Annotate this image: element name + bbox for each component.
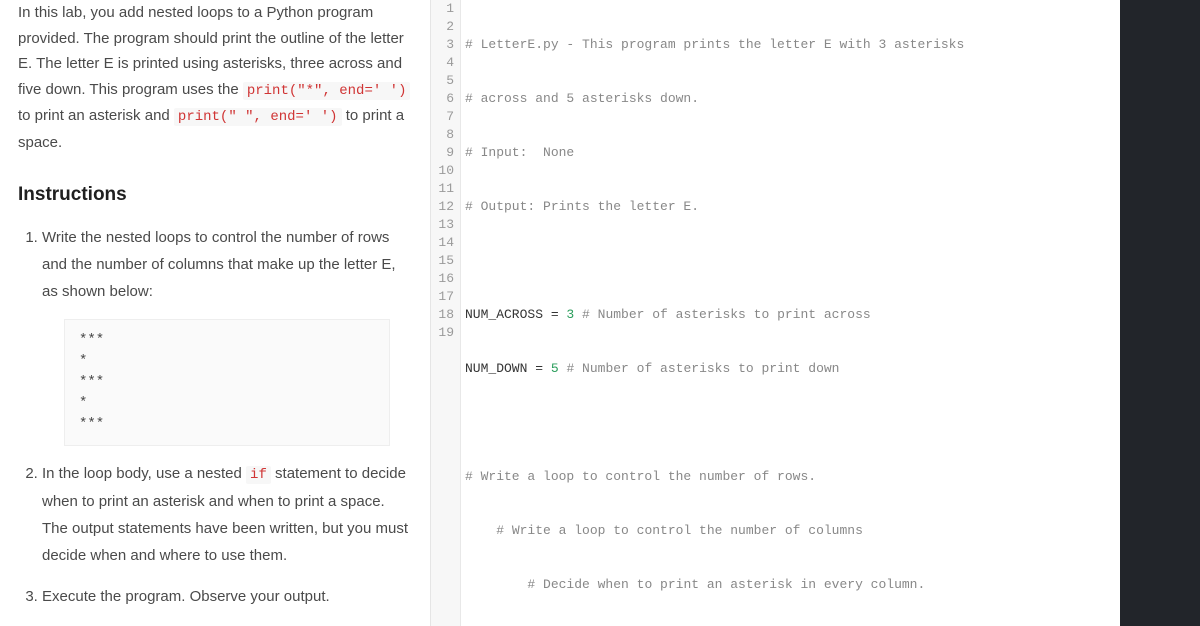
instructions-panel: In this lab, you add nested loops to a P…	[0, 0, 430, 626]
line-number: 14	[437, 234, 454, 252]
code-line: # Write a loop to control the number of …	[461, 468, 1200, 486]
code-line	[461, 414, 1200, 432]
comment: # across and 5 asterisks down.	[465, 91, 699, 106]
code-editor[interactable]: # LetterE.py - This program prints the l…	[461, 0, 1200, 626]
code-line: # across and 5 asterisks down.	[461, 90, 1200, 108]
ascii-line: *	[79, 351, 375, 372]
line-number: 3	[437, 36, 454, 54]
ascii-line: ***	[79, 414, 375, 435]
comment: # Output: Prints the letter E.	[465, 199, 699, 214]
instruction-item-1: Write the nested loops to control the nu…	[42, 224, 412, 446]
side-panel-collapsed[interactable]	[1120, 0, 1200, 626]
inline-code-print-space: print(" ", end=' ')	[174, 108, 342, 126]
line-number: 4	[437, 54, 454, 72]
line-number: 8	[437, 126, 454, 144]
line-number: 9	[437, 144, 454, 162]
ascii-example: *** * *** * ***	[64, 319, 390, 446]
line-number: 19	[437, 324, 454, 342]
line-number: 16	[437, 270, 454, 288]
line-number: 17	[437, 288, 454, 306]
comment: # Decide when to print an asterisk in ev…	[527, 577, 925, 592]
code-line: # Write a loop to control the number of …	[461, 522, 1200, 540]
ascii-line: ***	[79, 372, 375, 393]
line-number: 6	[437, 90, 454, 108]
instruction-1-text: Write the nested loops to control the nu…	[42, 229, 396, 300]
code-line: # LetterE.py - This program prints the l…	[461, 36, 1200, 54]
line-number: 1	[437, 0, 454, 18]
comment: # Write a loop to control the number of …	[496, 523, 863, 538]
line-number-gutter: 1 2 3 4 5 6 7 8 9 10 11 12 13 14 15 16 1…	[431, 0, 461, 626]
code-line: # Input: None	[461, 144, 1200, 162]
intro-after-1: to print an asterisk and	[18, 107, 174, 124]
instruction-item-3: Execute the program. Observe your output…	[42, 583, 412, 610]
instructions-list: Write the nested loops to control the nu…	[18, 224, 412, 610]
var: NUM_ACROSS	[465, 307, 543, 322]
ascii-line: *	[79, 393, 375, 414]
code-line: NUM_DOWN = 5 # Number of asterisks to pr…	[461, 360, 1200, 378]
line-number: 12	[437, 198, 454, 216]
inline-code-if: if	[246, 466, 271, 484]
comment: None	[543, 145, 574, 160]
code-line: # Output: Prints the letter E.	[461, 198, 1200, 216]
line-number: 5	[437, 72, 454, 90]
line-number: 13	[437, 216, 454, 234]
ascii-line: ***	[79, 330, 375, 351]
comment: # LetterE.py - This program prints the l…	[465, 37, 964, 52]
intro-text: In this lab, you add nested loops to a P…	[18, 0, 412, 156]
inline-code-print-asterisk: print("*", end=' ')	[243, 82, 411, 100]
code-line	[461, 252, 1200, 270]
code-editor-panel: 1 2 3 4 5 6 7 8 9 10 11 12 13 14 15 16 1…	[430, 0, 1200, 626]
code-line: NUM_ACROSS = 3 # Number of asterisks to …	[461, 306, 1200, 324]
code-line: # Decide when to print an asterisk in ev…	[461, 576, 1200, 594]
comment: # Write a loop to control the number of …	[465, 469, 816, 484]
line-number: 10	[437, 162, 454, 180]
line-number: 7	[437, 108, 454, 126]
instruction-2a: In the loop body, use a nested	[42, 465, 246, 482]
line-number: 18	[437, 306, 454, 324]
line-number: 2	[437, 18, 454, 36]
comment: # Input:	[465, 145, 543, 160]
line-number: 11	[437, 180, 454, 198]
instruction-item-2: In the loop body, use a nested if statem…	[42, 460, 412, 569]
line-number: 15	[437, 252, 454, 270]
var: NUM_DOWN	[465, 361, 527, 376]
comment: # Number of asterisks to print across	[574, 307, 870, 322]
instructions-heading: Instructions	[18, 184, 412, 206]
number: 5	[551, 361, 559, 376]
comment: # Number of asterisks to print down	[559, 361, 840, 376]
